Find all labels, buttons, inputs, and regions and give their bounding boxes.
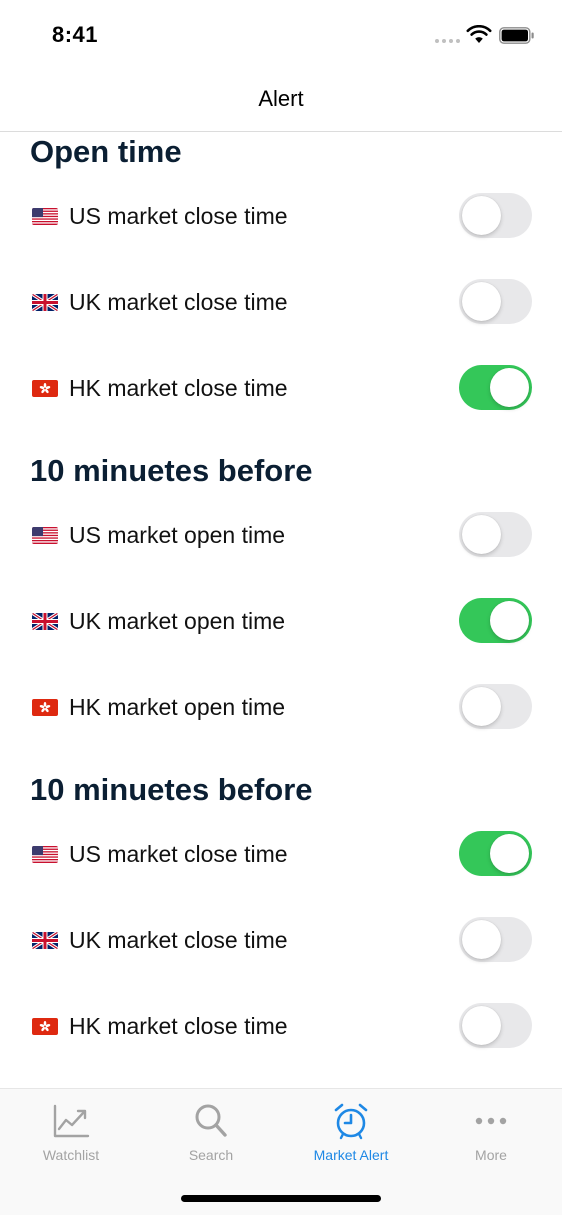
tab-market-alert[interactable]: Market Alert — [281, 1101, 421, 1163]
alert-row-label: UK market close time — [69, 289, 288, 315]
magnifier-icon — [195, 1104, 227, 1137]
alarm-clock-icon — [334, 1103, 368, 1140]
uk-flag-icon — [32, 932, 58, 949]
us-flag-icon — [32, 846, 58, 863]
hk-flag-icon — [32, 380, 58, 397]
us-flag-icon — [32, 208, 58, 225]
battery-icon — [499, 27, 534, 44]
alert-row: US market close time — [0, 172, 562, 258]
alert-row: UK market close time — [0, 258, 562, 344]
tab-label: More — [475, 1147, 507, 1163]
hk-flag-icon — [32, 699, 58, 716]
us-flag-icon — [32, 527, 58, 544]
uk-flag-icon — [32, 613, 58, 630]
tab-label: Market Alert — [313, 1147, 389, 1163]
navigation-bar: Alert — [0, 70, 562, 132]
section-header: 10 minuetes before — [30, 772, 313, 807]
tab-label: Watchlist — [42, 1147, 100, 1163]
status-time: 8:41 — [52, 22, 99, 47]
alert-row-label: US market open time — [69, 522, 286, 548]
us-market-close-time-toggle[interactable] — [459, 193, 532, 238]
uk-market-close-time-before-toggle[interactable] — [459, 917, 532, 962]
tab-more[interactable]: More — [421, 1101, 561, 1163]
cellular-signal-icon — [435, 39, 460, 43]
alert-row-label: HK market open time — [69, 694, 286, 720]
section-header: Open time — [30, 134, 182, 169]
alert-row-label: UK market open time — [69, 608, 286, 634]
wifi-icon — [466, 25, 492, 43]
us-market-close-time-before-toggle[interactable] — [459, 831, 532, 876]
chart-line-icon — [53, 1104, 90, 1138]
alert-row-label: US market close time — [69, 203, 288, 229]
uk-market-open-time-toggle[interactable] — [459, 598, 532, 643]
alert-row: HK market open time — [0, 663, 562, 749]
alert-row-label: UK market close time — [69, 927, 288, 953]
us-market-open-time-toggle[interactable] — [459, 512, 532, 557]
section-10-minutes-before-close: 10 minuetes before US market close time … — [0, 770, 562, 1068]
alert-row: UK market open time — [0, 577, 562, 663]
tab-watchlist[interactable]: Watchlist — [1, 1101, 141, 1163]
page-title: Alert — [258, 86, 304, 111]
alert-row-label: HK market close time — [69, 1013, 288, 1039]
alert-row: HK market close time — [0, 982, 562, 1068]
uk-market-close-time-toggle[interactable] — [459, 279, 532, 324]
alert-row-label: HK market close time — [69, 375, 288, 401]
uk-flag-icon — [32, 294, 58, 311]
alert-settings-list: Open time US market close time UK market… — [0, 132, 562, 1068]
alert-screen: 8:41 Alert Open time US market close tim… — [0, 0, 562, 1215]
hk-market-open-time-toggle[interactable] — [459, 684, 532, 729]
hk-market-close-time-before-toggle[interactable] — [459, 1003, 532, 1048]
section-open-time: Open time US market close time UK market… — [0, 132, 562, 430]
alert-row-label: US market close time — [69, 841, 288, 867]
alert-row: US market open time — [0, 491, 562, 577]
home-indicator — [181, 1195, 381, 1202]
alert-row: UK market close time — [0, 896, 562, 982]
tab-search[interactable]: Search — [141, 1101, 281, 1163]
section-10-minutes-before-open: 10 minuetes before US market open time U… — [0, 451, 562, 749]
ellipsis-icon — [475, 1117, 507, 1125]
section-header: 10 minuetes before — [30, 453, 313, 488]
hk-market-close-time-toggle[interactable] — [459, 365, 532, 410]
hk-flag-icon — [32, 1018, 58, 1035]
status-bar: 8:41 — [0, 0, 562, 70]
tab-label: Search — [188, 1147, 234, 1163]
alert-row: HK market close time — [0, 344, 562, 430]
alert-row: US market close time — [0, 810, 562, 896]
